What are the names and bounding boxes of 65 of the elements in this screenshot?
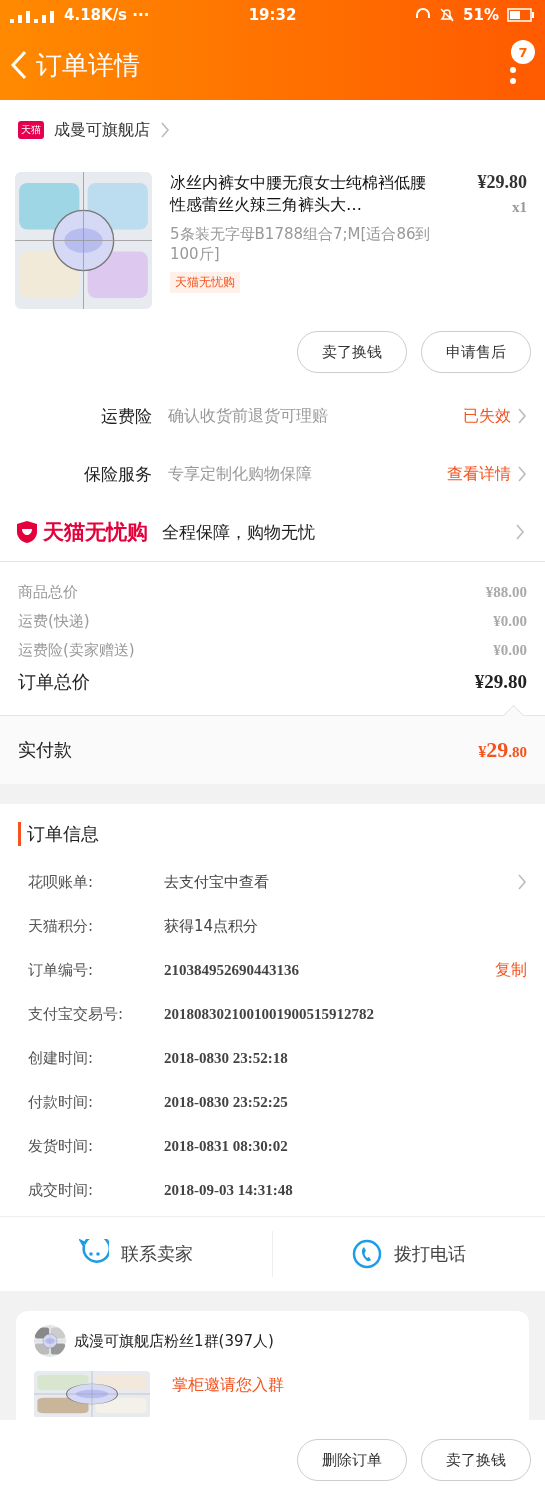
info-value[interactable]: 去支付宝中查看 <box>164 872 517 892</box>
guarantee-text: 全程保障，购物无忧 <box>162 520 316 544</box>
info-value: 2018-0830 23:52:18 <box>164 1049 289 1067</box>
info-label: 成交时间: <box>28 1180 95 1200</box>
service-label: 保险服务 <box>83 462 153 486</box>
info-value: 2018-0830 23:52:25 <box>164 1093 289 1111</box>
info-label: 付款时间: <box>28 1092 95 1112</box>
product-price: ¥29.80 <box>476 172 527 193</box>
clock: 19:32 <box>248 6 297 24</box>
chevron-right-icon <box>517 407 527 425</box>
section-title: 订单信息 <box>18 822 527 846</box>
cost-label: 运费(快递) <box>18 612 90 631</box>
notification-badge: 7 <box>511 40 535 64</box>
action-button[interactable]: 卖了换钱 <box>297 331 407 373</box>
action-button[interactable]: 删除订单 <box>297 1439 407 1481</box>
product-title[interactable]: 冰丝内裤女中腰无痕女士纯棉裆低腰性感蕾丝火辣三角裤头大… <box>170 172 437 216</box>
info-value: 2018-0831 08:30:02 <box>164 1137 289 1155</box>
phone-icon <box>352 1239 382 1269</box>
service-action[interactable]: 查看详情 <box>447 463 511 485</box>
order-total-label: 订单总价 <box>18 670 90 694</box>
service-description: 确认收货前退货可理赔 <box>168 405 329 427</box>
product-sku: 5条装无字母B1788组合7;M[适合86到100斤] <box>170 224 432 264</box>
cost-value: ¥0.00 <box>493 642 527 659</box>
store-name[interactable]: 成曼可旗舰店 <box>54 119 150 141</box>
paid-label: 实付款 <box>18 738 72 762</box>
group-invite[interactable]: 掌柜邀请您入群 <box>172 1375 284 1396</box>
info-label: 天猫积分: <box>28 916 95 936</box>
action-button[interactable]: 卖了换钱 <box>421 1439 531 1481</box>
info-label: 创建时间: <box>28 1048 95 1068</box>
service-description: 专享定制化购物保障 <box>168 463 313 485</box>
page-title: 订单详情 <box>36 48 141 82</box>
battery-percent: 51% <box>463 6 499 24</box>
cost-label: 运费险(卖家赠送) <box>18 641 135 660</box>
service-label: 运费险 <box>100 404 153 428</box>
tmall-logo: 天猫 <box>18 121 44 139</box>
cost-value: ¥88.00 <box>485 584 527 601</box>
info-value: 获得14点积分 <box>164 916 260 936</box>
product-tag: 天猫无忧购 <box>170 272 240 293</box>
chevron-right-icon <box>517 465 527 483</box>
more-icon[interactable] <box>509 66 517 86</box>
cost-value: ¥0.00 <box>493 613 527 630</box>
bell-off-icon <box>439 7 456 23</box>
chevron-right-icon <box>515 523 525 541</box>
info-value: 2018-09-03 14:31:48 <box>164 1181 294 1199</box>
copy-button[interactable]: 复制 <box>495 959 527 981</box>
chevron-right-icon <box>517 873 527 891</box>
product-quantity: x1 <box>511 199 527 216</box>
action-button[interactable]: 申请售后 <box>421 331 531 373</box>
shield-icon <box>16 520 38 544</box>
order-total-value: ¥29.80 <box>474 671 527 693</box>
info-value: 2018083021001001900515912782 <box>164 1005 375 1023</box>
info-label: 发货时间: <box>28 1136 95 1156</box>
battery-icon <box>507 8 535 22</box>
guarantee-brand: 天猫无忧购 <box>43 519 148 546</box>
info-value: 210384952690443136 <box>164 961 300 979</box>
chevron-right-icon <box>160 121 170 139</box>
network-speed: 4.18K/s ··· <box>64 6 150 24</box>
service-action[interactable]: 已失效 <box>463 405 511 427</box>
info-label: 订单编号: <box>28 960 95 980</box>
info-label: 花呗账单: <box>28 872 95 892</box>
group-name[interactable]: 成漫可旗舰店粉丝1群(397人) <box>74 1331 274 1351</box>
info-label: 支付宝交易号: <box>28 1004 125 1024</box>
back-icon[interactable] <box>10 50 28 80</box>
paid-amount: ¥29.80 <box>478 737 527 763</box>
cost-label: 商品总价 <box>18 583 78 602</box>
